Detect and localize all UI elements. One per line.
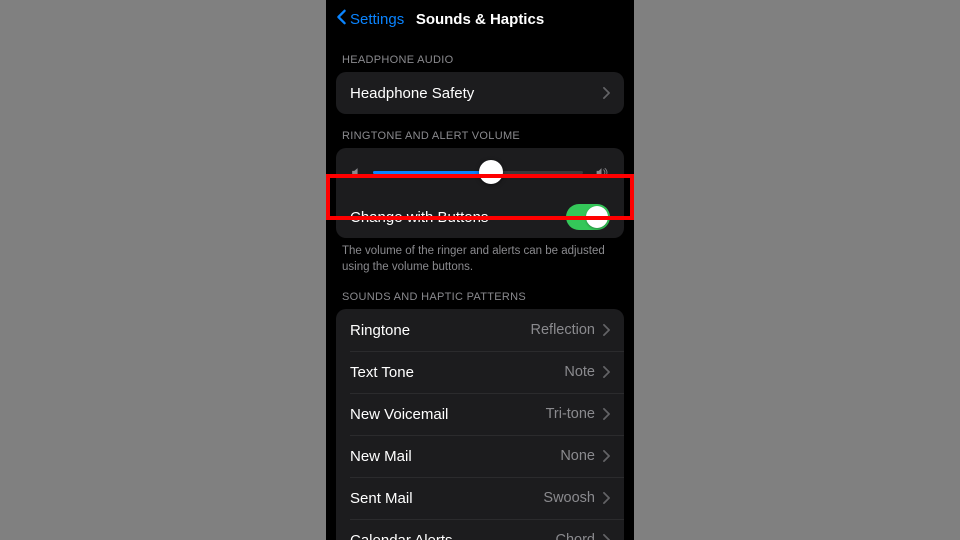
row-label: Change with Buttons — [350, 209, 566, 226]
row-label: Calendar Alerts — [350, 532, 556, 540]
chevron-right-icon — [603, 87, 610, 99]
section-header-headphone: HEADPHONE AUDIO — [326, 38, 634, 72]
volume-slider[interactable] — [373, 171, 583, 174]
toggle-change-with-buttons[interactable] — [566, 204, 610, 230]
row-value: Reflection — [531, 322, 595, 338]
chevron-right-icon — [603, 366, 610, 378]
row-value: None — [560, 448, 595, 464]
speaker-low-icon — [350, 166, 363, 179]
row-value: Chord — [556, 532, 596, 540]
row-label: Ringtone — [350, 322, 531, 339]
row-label: Sent Mail — [350, 490, 543, 507]
row-sound-pattern[interactable]: Calendar AlertsChord — [336, 519, 624, 540]
back-button[interactable]: Settings — [336, 9, 404, 29]
back-label: Settings — [350, 11, 404, 28]
section-header-patterns: SOUNDS AND HAPTIC PATTERNS — [326, 275, 634, 309]
settings-screen: Settings Sounds & Haptics HEADPHONE AUDI… — [326, 0, 634, 540]
row-label: Headphone Safety — [350, 85, 603, 102]
row-value: Swoosh — [543, 490, 595, 506]
row-sound-pattern[interactable]: New VoicemailTri-tone — [336, 393, 624, 435]
row-label: New Mail — [350, 448, 560, 465]
chevron-right-icon — [603, 534, 610, 540]
chevron-right-icon — [603, 408, 610, 420]
nav-bar: Settings Sounds & Haptics — [326, 0, 634, 38]
volume-footer: The volume of the ringer and alerts can … — [326, 238, 634, 275]
chevron-right-icon — [603, 450, 610, 462]
volume-slider-row — [336, 148, 624, 196]
toggle-knob — [586, 206, 608, 228]
chevron-left-icon — [336, 9, 347, 29]
slider-fill — [373, 171, 491, 174]
speaker-high-icon — [593, 166, 610, 179]
row-sound-pattern[interactable]: New MailNone — [336, 435, 624, 477]
row-headphone-safety[interactable]: Headphone Safety — [336, 72, 624, 114]
chevron-right-icon — [603, 324, 610, 336]
row-sound-pattern[interactable]: RingtoneReflection — [336, 309, 624, 351]
headphone-group: Headphone Safety — [336, 72, 624, 114]
row-value: Tri-tone — [546, 406, 595, 422]
volume-group: Change with Buttons — [336, 148, 624, 238]
row-sound-pattern[interactable]: Sent MailSwoosh — [336, 477, 624, 519]
row-label: Text Tone — [350, 364, 564, 381]
row-change-with-buttons[interactable]: Change with Buttons — [336, 196, 624, 238]
patterns-group: RingtoneReflectionText ToneNoteNew Voice… — [336, 309, 624, 540]
row-value: Note — [564, 364, 595, 380]
slider-knob[interactable] — [479, 160, 503, 184]
chevron-right-icon — [603, 492, 610, 504]
row-label: New Voicemail — [350, 406, 546, 423]
row-sound-pattern[interactable]: Text ToneNote — [336, 351, 624, 393]
section-header-volume: RINGTONE AND ALERT VOLUME — [326, 114, 634, 148]
